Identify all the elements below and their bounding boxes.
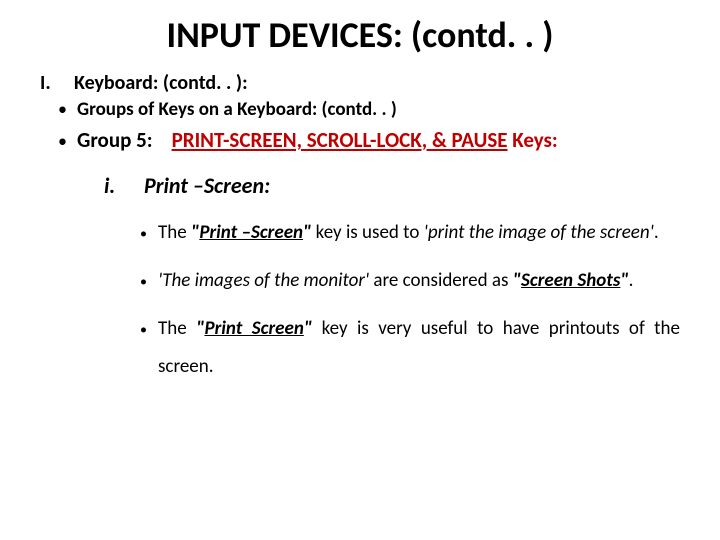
phrase: 'print the image of the screen'	[424, 221, 654, 244]
outline-sub1: Groups of Keys on a Keyboard: (contd. . …	[77, 99, 397, 122]
para-2: • 'The images of the monitor' are consid…	[140, 262, 680, 300]
t: The	[158, 317, 196, 340]
t: The	[158, 221, 191, 244]
screen-shots-term: Screen Shots	[521, 269, 620, 292]
sub-item-num: i.	[104, 173, 144, 199]
outline-level-2: • Groups of Keys on a Keyboard: (contd. …	[58, 99, 680, 122]
bullet-icon: •	[140, 221, 158, 246]
roman-numeral: I.	[40, 71, 74, 95]
q-close: "	[620, 269, 628, 292]
bullet-icon: •	[140, 269, 158, 294]
para-2-text: 'The images of the monitor' are consider…	[158, 262, 680, 300]
t: are considered as	[369, 269, 513, 292]
para-3-text: The "Print Screen" key is very useful to…	[158, 310, 680, 386]
bullet-icon: •	[140, 317, 158, 342]
group-5-line: • Group 5: PRINT-SCREEN, SCROLL-LOCK, & …	[58, 128, 680, 153]
q-open: "	[513, 269, 521, 292]
t: .	[654, 221, 659, 244]
slide-root: INPUT DEVICES: (contd. . ) I. Keyboard: …	[0, 0, 720, 540]
group-5-label: Group 5:	[77, 127, 153, 153]
print-screen-term-2: Print Screen	[204, 317, 303, 340]
outline-level-1: I. Keyboard: (contd. . ):	[40, 71, 680, 95]
q-close: "	[304, 317, 312, 340]
t: key is used to	[311, 221, 423, 244]
paragraph-list: • The "Print –Screen" key is used to 'pr…	[140, 214, 680, 386]
group-5-keys: PRINT-SCREEN, SCROLL-LOCK, & PAUSE	[172, 127, 508, 153]
group-5-text: Group 5: PRINT-SCREEN, SCROLL-LOCK, & PA…	[77, 128, 558, 153]
sub-item-head: i. Print –Screen:	[104, 173, 680, 199]
bullet-icon: •	[58, 100, 67, 118]
print-screen-term: Print –Screen	[199, 221, 303, 244]
slide-title: INPUT DEVICES: (contd. . )	[40, 14, 680, 57]
group-5-suffix: Keys:	[508, 127, 558, 153]
para-3: • The "Print Screen" key is very useful …	[140, 310, 680, 386]
para-1-text: The "Print –Screen" key is used to 'prin…	[158, 214, 680, 252]
t: .	[629, 269, 634, 292]
sub-item-title: Print –Screen:	[144, 173, 270, 199]
sub-item-block: i. Print –Screen:	[104, 173, 680, 199]
para-1: • The "Print –Screen" key is used to 'pr…	[140, 214, 680, 252]
outline-heading: Keyboard: (contd. . ):	[74, 71, 248, 95]
phrase: 'The images of the monitor'	[158, 269, 369, 292]
bullet-icon: •	[58, 132, 67, 150]
